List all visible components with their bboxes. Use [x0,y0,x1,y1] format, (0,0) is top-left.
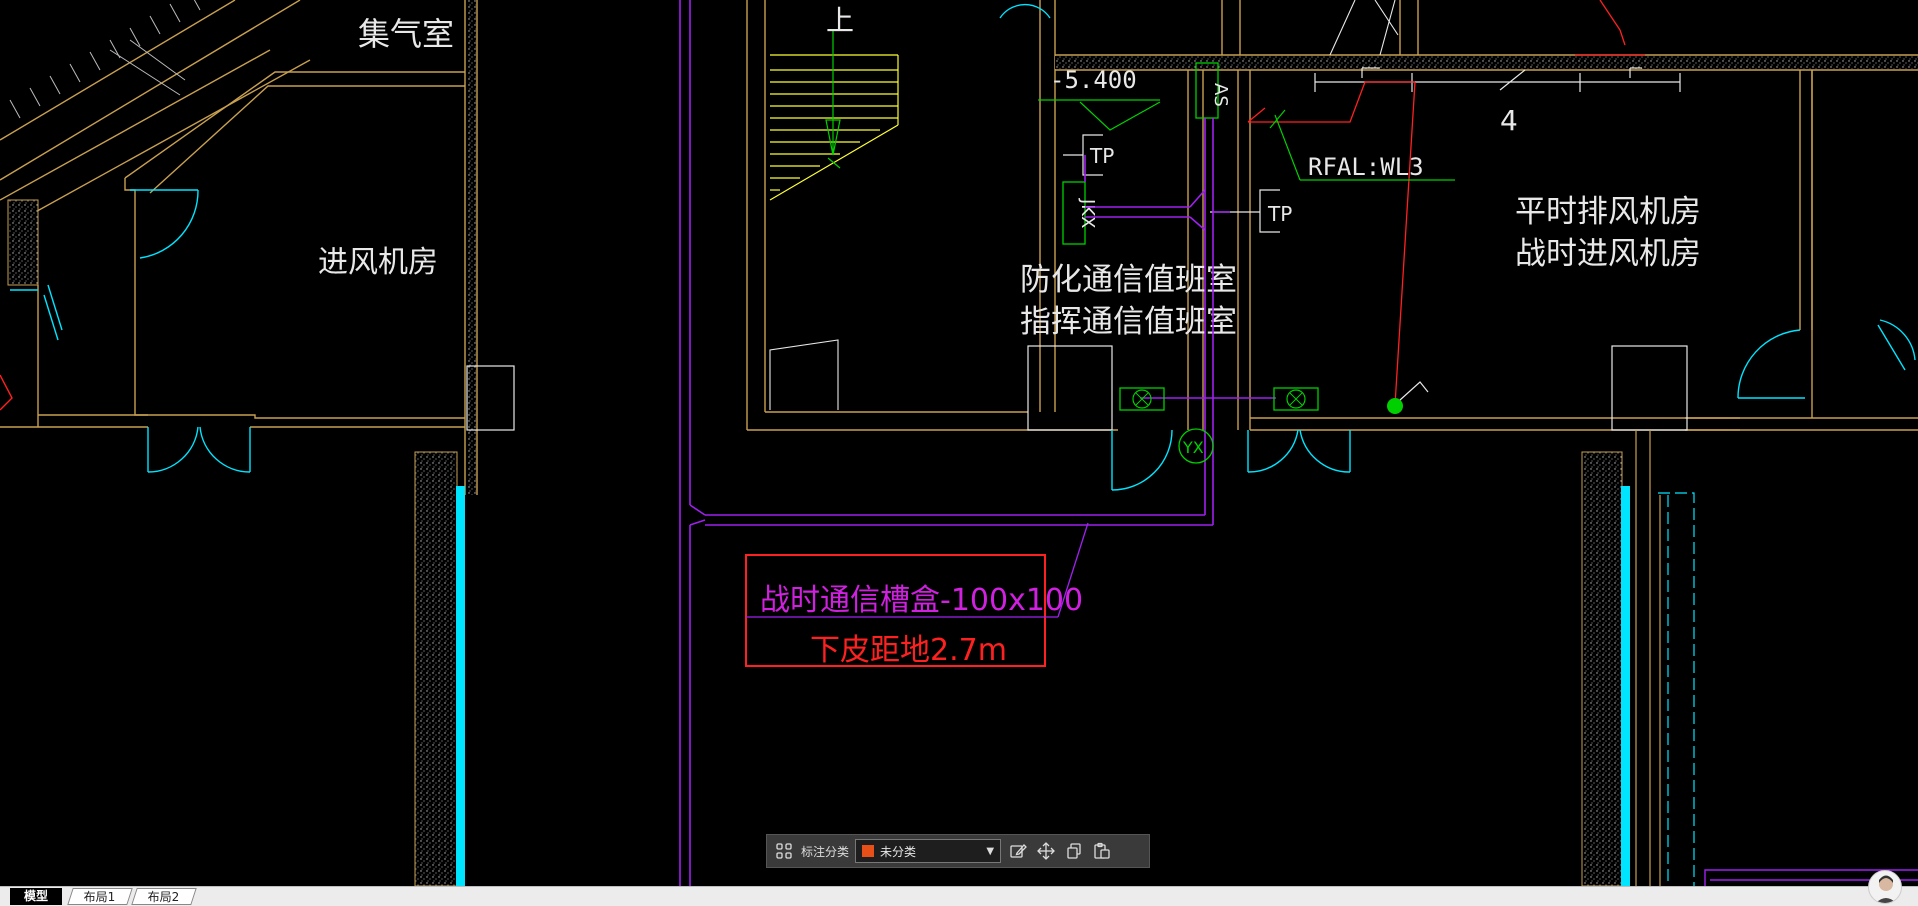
elevation-symbol [1038,99,1161,131]
tab-model[interactable]: 模型 [10,888,62,905]
stair-up-label: 上 [826,4,854,37]
category-value: 未分类 [880,844,917,859]
cyan-door-top [999,4,1051,19]
junction-point [1387,398,1403,414]
shaft-hatch-right [1581,451,1623,886]
red-fitting-left [0,374,13,411]
small-box-stair [769,339,839,410]
top-door-right [1329,0,1399,56]
move-icon[interactable] [1035,840,1057,862]
room-intake: 进风机房 [318,245,438,280]
cable-label: RFAL:WL3 [1308,153,1424,181]
shaft-lines-right [1635,430,1661,886]
shaft-hatch-left [414,451,458,886]
yx-label: YX [1182,438,1204,457]
light-fixture-1 [1119,387,1165,411]
switch-symbol [1399,381,1429,401]
grid-icon[interactable] [773,840,795,862]
wall-hatch-left [7,199,39,286]
callout-line-2: 下皮距地2.7m [810,633,1007,668]
elevation-label: -5.400 [1050,66,1137,94]
cad-drawing-canvas[interactable]: 集气室 进风机房 上 -5.400 AS JKX TP TP 防化通信值班室 指… [0,0,1918,886]
jkx-label: JKX [1077,198,1098,228]
door-swings-center [1111,429,1351,491]
room-exhaust-1: 平时排风机房 [1515,194,1701,230]
category-dropdown[interactable]: 未分类 ▼ [855,839,1002,863]
diagonal-duct-hatching [9,0,201,119]
cyan-dashed-right [1658,492,1695,886]
stair-treads [769,54,899,201]
door-swings-left [10,189,251,473]
count-label: 4 [1500,104,1518,137]
stair-arrow [825,30,841,169]
edit-icon[interactable] [1007,840,1029,862]
room-exhaust-2: 战时进风机房 [1515,236,1701,272]
layout-tab-bar: 模型 布局1 布局2 [0,886,1918,906]
tp-label-2: TP [1267,202,1292,226]
light-fixture-2 [1273,387,1319,411]
diagonal-duct [0,0,311,216]
user-avatar[interactable] [1868,870,1902,904]
tab-layout1[interactable]: 布局1 [67,888,133,905]
callout-line-1: 战时通信槽盒-100x100 [760,583,1083,618]
annotation-toolbar: 标注分类 未分类 ▼ [766,834,1150,868]
copy-icon[interactable] [1063,840,1085,862]
category-color-swatch [862,845,875,857]
chevron-down-icon: ▼ [986,845,995,857]
door-swings-right [1737,319,1916,399]
wall-hatch-column [468,0,476,495]
tab-layout2-label: 布局2 [147,890,180,904]
annotation-category-label: 标注分类 [801,844,850,859]
tp-label-1: TP [1089,144,1114,168]
dimension-line [1314,67,1681,92]
cyan-wall-right [1621,486,1630,886]
wall-hatch-top [1055,56,1918,69]
cyan-wall-left [456,486,465,886]
tab-layout2[interactable]: 布局2 [131,888,197,905]
room-air-chamber: 集气室 [358,15,454,53]
as-label: AS [1210,83,1231,107]
paste-icon[interactable] [1091,840,1113,862]
tab-layout1-label: 布局1 [83,890,116,904]
